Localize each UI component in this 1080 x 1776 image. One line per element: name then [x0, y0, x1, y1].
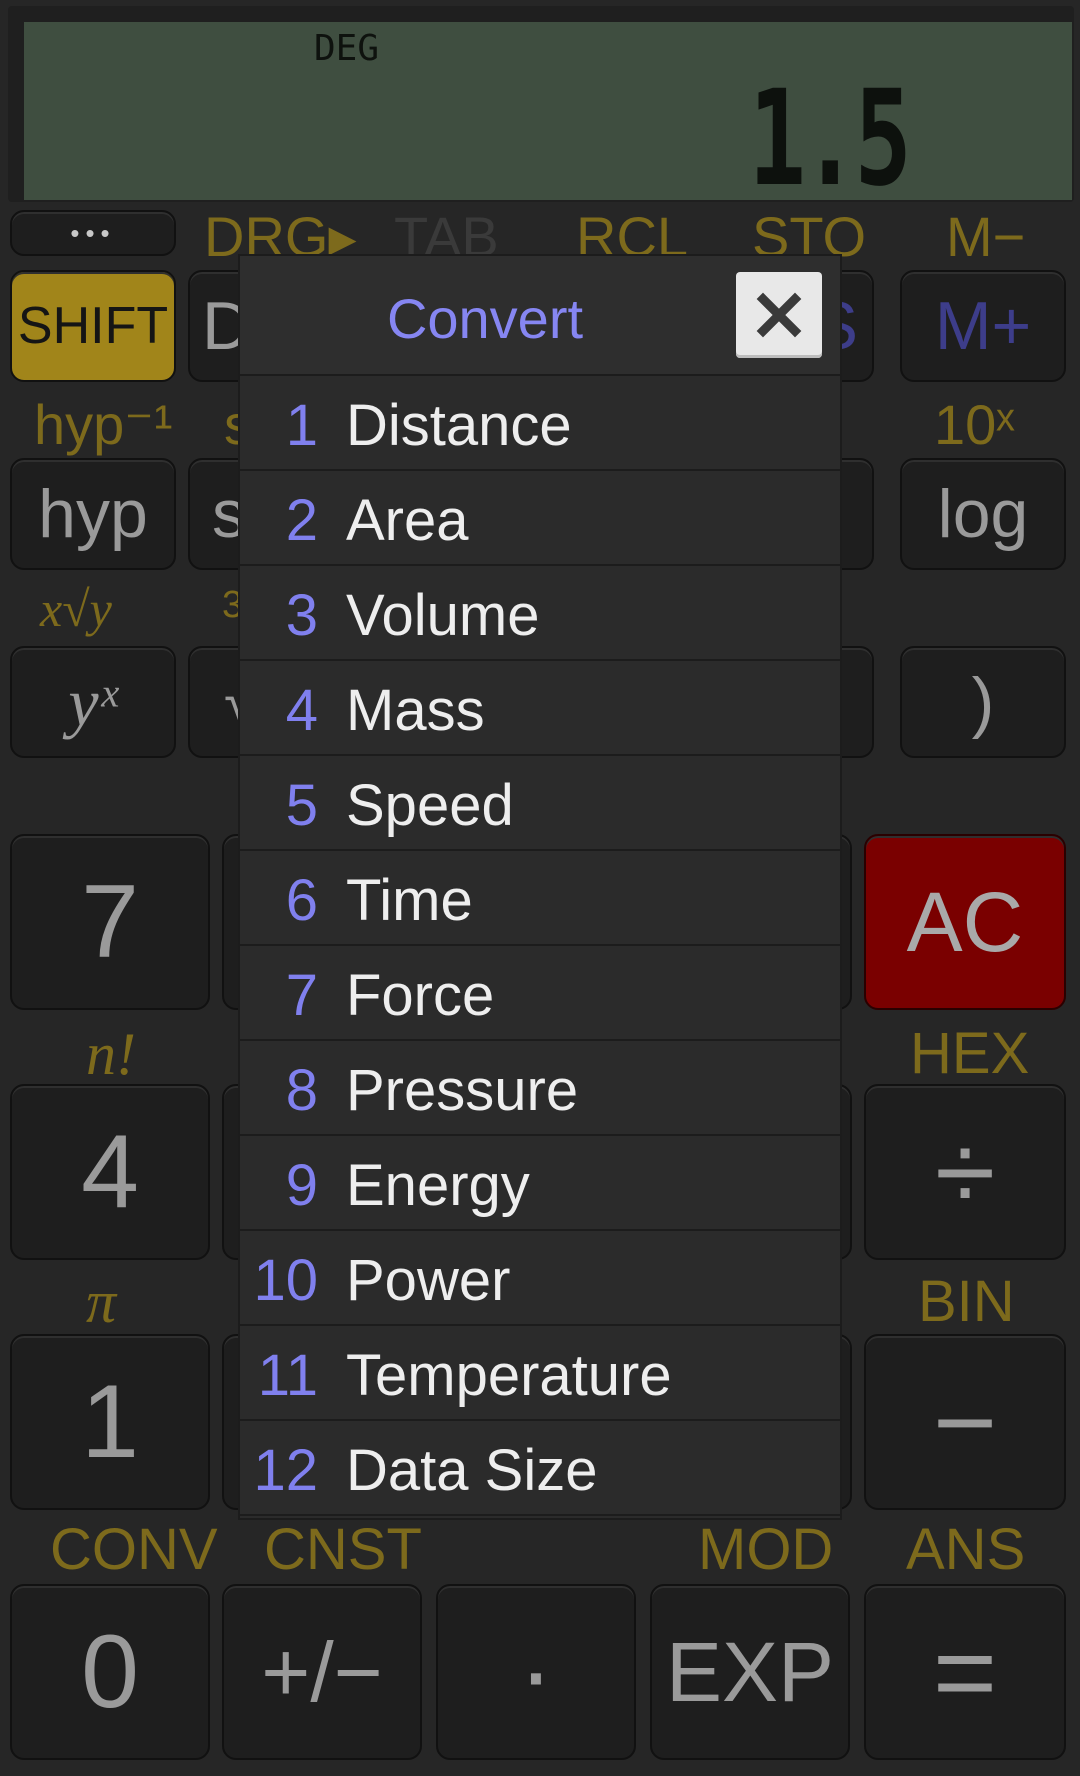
lcd-display: DEG 1.5	[24, 22, 1072, 216]
item-number: 5	[285, 773, 318, 838]
item-number: 10	[253, 1248, 318, 1313]
convert-item-volume[interactable]: 3 Volume	[240, 566, 840, 661]
calculator-app: DEG 1.5 ••• DRG▸ TAB RCL STO M− SHIFT D …	[0, 0, 1080, 1776]
item-number: 6	[285, 868, 318, 933]
item-number: 12	[253, 1438, 318, 1503]
dialog-header: Convert	[240, 256, 840, 374]
shift-button[interactable]: SHIFT	[10, 270, 176, 382]
convert-item-power[interactable]: 10 Power	[240, 1231, 840, 1326]
factorial-label: n!	[86, 1021, 136, 1087]
plus-minus-icon: +/−	[261, 1624, 383, 1719]
equals-icon: =	[932, 1610, 998, 1734]
plus-minus-button[interactable]: +/−	[222, 1584, 422, 1760]
bin-label: BIN	[918, 1269, 1015, 1334]
digit-1-button[interactable]: 1	[10, 1334, 210, 1510]
item-label: Mass	[346, 678, 485, 743]
hyp-button[interactable]: hyp	[10, 458, 176, 570]
item-number: 7	[285, 963, 318, 1028]
ac-button[interactable]: AC	[864, 834, 1066, 1010]
item-label: Temperature	[346, 1343, 672, 1408]
hex-label: HEX	[910, 1021, 1030, 1086]
digit-1-label: 1	[81, 1363, 139, 1480]
item-label: Volume	[346, 583, 540, 648]
close-button[interactable]	[736, 272, 822, 358]
decimal-point-button[interactable]: ·	[436, 1584, 636, 1760]
close-icon	[756, 292, 802, 338]
dialog-title: Convert	[386, 287, 584, 350]
minus-icon: −	[932, 1360, 998, 1484]
convert-item-temperature[interactable]: 11 Temperature	[240, 1326, 840, 1421]
convert-category-list: 1 Distance 2 Area 3 Volume 4 Mass 5 Speed 6 Ti…	[240, 374, 840, 1516]
exp-label: EXP	[665, 1624, 835, 1719]
display-value: 1.5	[748, 62, 911, 216]
ans-label: ANS	[906, 1517, 1026, 1582]
divide-button[interactable]: ÷	[864, 1084, 1066, 1260]
convert-item-pressure[interactable]: 8 Pressure	[240, 1041, 840, 1136]
ten-power-x-label: 10ˣ	[934, 393, 1015, 456]
pi-label: π	[86, 1269, 117, 1335]
conv-label: CONV	[50, 1517, 218, 1582]
cnst-label: CNST	[264, 1517, 422, 1582]
item-label: Pressure	[346, 1058, 579, 1123]
m-plus-label: M+	[934, 288, 1032, 364]
hyp-inverse-label: hyp⁻¹	[34, 393, 173, 456]
minus-button[interactable]: −	[864, 1334, 1066, 1510]
convert-item-area[interactable]: 2 Area	[240, 471, 840, 566]
convert-dialog: Convert 1 Distance 2 Area 3 Volume 4 Mass 5S…	[240, 256, 840, 1518]
decimal-point-icon: ·	[518, 1613, 554, 1730]
m-minus-button[interactable]: M−	[946, 204, 1025, 269]
digit-0-button[interactable]: 0	[10, 1584, 210, 1760]
item-label: Distance	[346, 393, 572, 458]
digit-7-label: 7	[81, 863, 139, 980]
convert-item-time[interactable]: 6 Time	[240, 851, 840, 946]
y-power-x-label: yˣ	[68, 663, 118, 740]
item-label: Speed	[346, 773, 514, 838]
item-label: Energy	[346, 1153, 530, 1218]
menu-button[interactable]: •••	[10, 210, 176, 256]
m-plus-button[interactable]: M+	[900, 270, 1066, 382]
mod-label: MOD	[698, 1517, 834, 1582]
divide-icon: ÷	[934, 1110, 996, 1234]
right-paren-button[interactable]: )	[900, 646, 1066, 758]
item-label: Data Size	[346, 1438, 598, 1503]
convert-item-mass[interactable]: 4 Mass	[240, 661, 840, 756]
item-number: 2	[285, 488, 318, 553]
display-frame: DEG 1.5	[8, 6, 1074, 216]
digit-4-label: 4	[81, 1113, 139, 1230]
convert-item-energy[interactable]: 9 Energy	[240, 1136, 840, 1231]
right-paren-label: )	[971, 664, 995, 740]
equals-button[interactable]: =	[864, 1584, 1066, 1760]
log-label: log	[937, 476, 1029, 552]
convert-item-speed[interactable]: 5 Speed	[240, 756, 840, 851]
item-label: Area	[346, 488, 469, 553]
convert-item-force[interactable]: 7 Force	[240, 946, 840, 1041]
item-label: Force	[346, 963, 495, 1028]
item-number: 9	[285, 1153, 318, 1218]
exp-button[interactable]: EXP	[650, 1584, 850, 1760]
item-number: 3	[285, 583, 318, 648]
item-number: 8	[285, 1058, 318, 1123]
digit-0-label: 0	[81, 1613, 139, 1730]
menu-dots-icon: •••	[70, 217, 116, 248]
ac-label: AC	[906, 874, 1024, 969]
digit-7-button[interactable]: 7	[10, 834, 210, 1010]
digit-4-button[interactable]: 4	[10, 1084, 210, 1260]
x-root-y-label: x√y	[40, 581, 112, 637]
convert-item-distance[interactable]: 1 Distance	[240, 374, 840, 471]
item-number: 4	[285, 678, 318, 743]
convert-item-data-size[interactable]: 12 Data Size	[240, 1421, 840, 1516]
item-label: Power	[346, 1248, 511, 1313]
item-label: Time	[346, 868, 473, 933]
angle-mode-indicator: DEG	[314, 28, 380, 69]
hyp-label: hyp	[38, 476, 148, 552]
log-button[interactable]: log	[900, 458, 1066, 570]
item-number: 1	[285, 393, 318, 458]
y-power-x-button[interactable]: yˣ	[10, 646, 176, 758]
item-number: 11	[257, 1343, 318, 1408]
shift-label: SHIFT	[17, 297, 169, 355]
